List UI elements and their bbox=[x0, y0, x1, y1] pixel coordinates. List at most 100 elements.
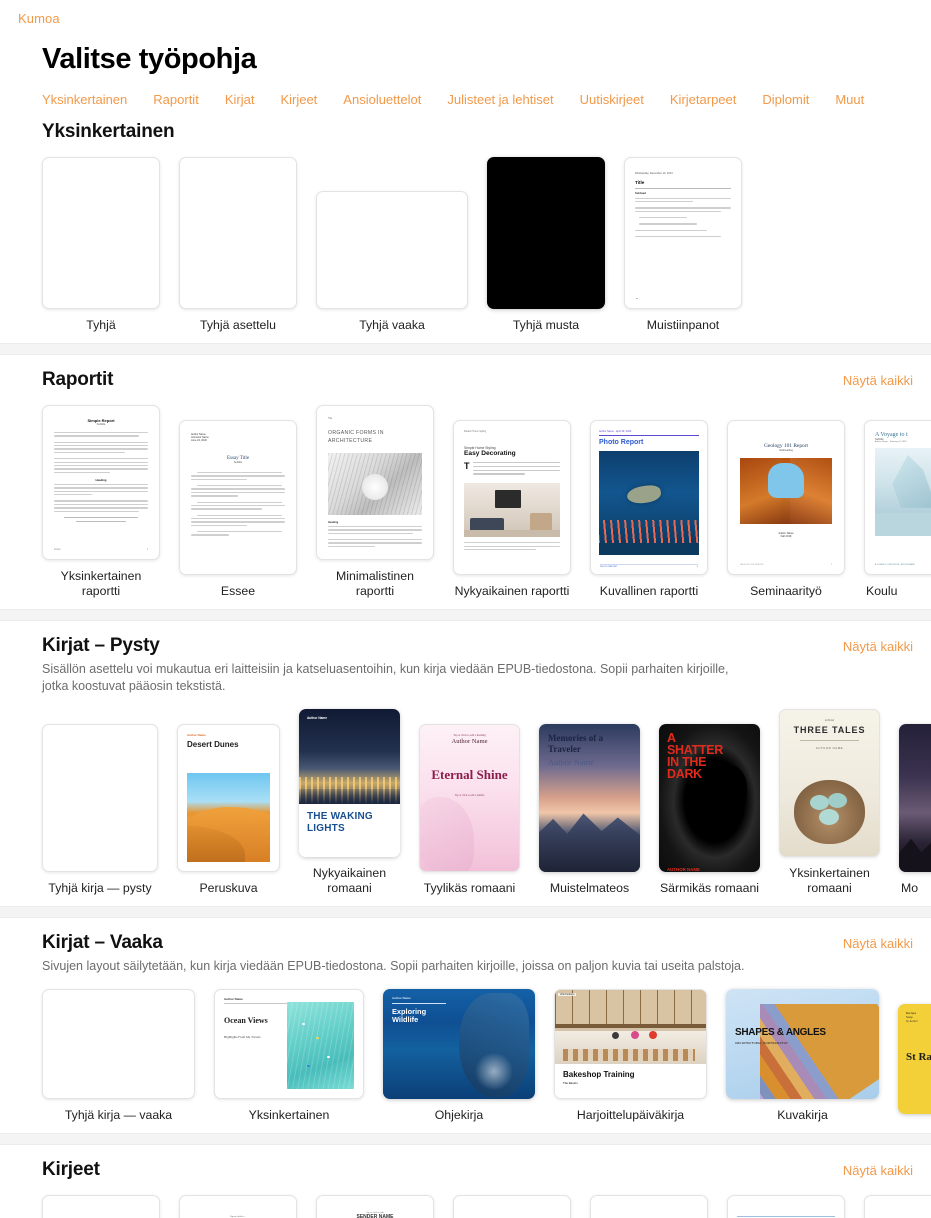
template-tile[interactable] bbox=[864, 1195, 931, 1218]
template-thumbnail-muistelmateos[interactable]: Memories of a Traveler Author Name bbox=[539, 724, 640, 872]
template-thumbnail-kuvakirja[interactable]: SHAPES & ANGLES ARCHITECTURAL PHOTOGRAPH… bbox=[726, 989, 879, 1099]
template-tile[interactable]: Memories of a Traveler Author Name Muist… bbox=[539, 724, 640, 896]
template-tile[interactable]: Author Name · April 19, 2020 Photo Repor… bbox=[590, 420, 708, 599]
template-tile[interactable]: A Novel THREE TALES AUTHOR NAME Yksinker… bbox=[779, 709, 880, 896]
template-tile[interactable]: Modern Home Styling Simple Home Styling … bbox=[453, 420, 571, 599]
footer-left: GEOLOGY 101 REPORT bbox=[740, 564, 764, 566]
template-tile[interactable]: Tap or click to add a heading Author Nam… bbox=[419, 724, 520, 896]
template-tile[interactable]: A SHATTER IN THE DARK AUTHOR NAME Särmik… bbox=[659, 724, 760, 896]
template-thumbnail-nykyaikainen-romaani[interactable]: Author Name THE WAKING LIGHTS bbox=[299, 709, 400, 857]
template-tile[interactable]: Tap or click to edit SENDER NAME Street … bbox=[316, 1195, 434, 1218]
template-tile[interactable]: Sender Name bbox=[42, 1195, 160, 1218]
kicker: Tap or click to add a heading bbox=[453, 734, 486, 737]
template-tile[interactable]: Sender Name bbox=[453, 1195, 571, 1218]
template-thumbnail-kirje-1[interactable]: Sender Name bbox=[42, 1195, 160, 1218]
template-thumbnail-tyhja-vaaka[interactable] bbox=[316, 191, 468, 309]
template-tile[interactable]: Author Name Ocean Views Highlights From … bbox=[214, 989, 364, 1123]
template-thumbnail-peruskuva[interactable]: Author Name Desert Dunes bbox=[177, 724, 280, 872]
author-name: Author Name bbox=[187, 733, 206, 737]
template-label: Yksinkertainen romaani bbox=[789, 866, 870, 895]
template-thumbnail-tyhja-kirja-pysty[interactable] bbox=[42, 724, 158, 872]
template-thumbnail-kouluraportti[interactable]: A Voyage to t Subtitle Author Name · Feb… bbox=[864, 420, 931, 575]
template-tile[interactable]: Tyhjä musta bbox=[487, 157, 605, 333]
tab-ansioluettelot[interactable]: Ansioluettelot bbox=[343, 92, 421, 107]
template-tile[interactable]: 2024 Edition Bakeshop Training The Basic… bbox=[554, 989, 707, 1123]
cover-title: Desert Dunes bbox=[187, 740, 239, 749]
template-thumbnail-kirje-6[interactable]: COMPANY NAME bbox=[727, 1195, 845, 1218]
template-label: Tyhjä vaaka bbox=[359, 318, 425, 332]
template-tile[interactable]: Author Name Instructor Name June 24, 202… bbox=[179, 420, 297, 599]
template-tile[interactable]: Mo bbox=[899, 724, 931, 896]
template-thumbnail-kirje-4[interactable]: Sender Name bbox=[453, 1195, 571, 1218]
template-thumbnail-tyylikas-romaani[interactable]: Tap or click to add a heading Author Nam… bbox=[419, 724, 520, 872]
show-all-raportit-button[interactable]: Näytä kaikki bbox=[843, 369, 913, 388]
template-thumbnail-seminaarityo[interactable]: Geology 101 Report Subheading Author Nam… bbox=[727, 420, 845, 575]
template-thumbnail-kirje-2[interactable]: Tap or click to ... Sender Name bbox=[179, 1195, 297, 1218]
template-thumbnail-minimalistinen-raportti[interactable]: Title ORGANIC FORMS IN ARCHITECTURE Head… bbox=[316, 405, 434, 560]
template-thumbnail-ohjekirja[interactable]: Author Name Exploring Wildlife bbox=[383, 989, 535, 1099]
template-row-kirjat-pysty: Tyhjä kirja — pysty Author Name Desert D… bbox=[0, 695, 931, 896]
template-label: Tyhjä musta bbox=[512, 318, 580, 332]
template-thumbnail-essee[interactable]: Author Name Instructor Name June 24, 202… bbox=[179, 420, 297, 575]
author-name: Author Name · February 8, 2020 bbox=[875, 441, 907, 443]
section-title: Yksinkertainen bbox=[42, 121, 175, 142]
cover-subtitle: ARCHITECTURAL PHOTOGRAPHY bbox=[735, 1041, 789, 1045]
template-thumbnail-muistiinpanot[interactable]: Wednesday, December 10, 2013 Title Subhe… bbox=[624, 157, 742, 309]
tab-julisteet-ja-lehtiset[interactable]: Julisteet ja lehtiset bbox=[447, 92, 553, 107]
template-thumbnail-kirje-5[interactable]: Sender Name bbox=[590, 1195, 708, 1218]
tab-muut[interactable]: Muut bbox=[835, 92, 864, 107]
template-tile[interactable]: Author Name Exploring Wildlife Ohjekirja bbox=[383, 989, 535, 1123]
template-thumbnail-tyhja[interactable] bbox=[42, 157, 160, 309]
template-thumbnail-kuvallinen-raportti[interactable]: Author Name · April 19, 2020 Photo Repor… bbox=[590, 420, 708, 575]
template-label: Minimalistinen raportti bbox=[336, 569, 414, 598]
template-tile[interactable]: Simple Report Subtitle Heading Footer 1 … bbox=[42, 405, 160, 599]
cover-subtitle: Subheading bbox=[779, 449, 793, 452]
show-all-kirjat-pysty-button[interactable]: Näytä kaikki bbox=[843, 635, 913, 654]
template-tile[interactable]: Tap or click to ... Sender Name bbox=[179, 1195, 297, 1218]
template-row-kirjat-vaaka: Tyhjä kirja — vaaka Author Name Ocean Vi… bbox=[0, 975, 931, 1123]
tab-kirjetarpeet[interactable]: Kirjetarpeet bbox=[670, 92, 736, 107]
template-thumbnail-tyhja-asettelu[interactable] bbox=[179, 157, 297, 309]
show-all-kirjat-vaaka-button[interactable]: Näytä kaikki bbox=[843, 932, 913, 951]
template-tile[interactable]: COMPANY NAME bbox=[727, 1195, 845, 1218]
cancel-button[interactable]: Kumoa bbox=[18, 11, 60, 26]
section-divider bbox=[0, 343, 931, 355]
template-tile[interactable]: Tyhjä kirja — pysty bbox=[42, 724, 158, 896]
template-thumbnail-tyhja-musta[interactable] bbox=[487, 157, 605, 309]
template-thumbnail-mo[interactable] bbox=[899, 724, 931, 872]
tab-kirjeet[interactable]: Kirjeet bbox=[280, 92, 317, 107]
template-thumbnail-yksinkertainen-raportti[interactable]: Simple Report Subtitle Heading Footer 1 bbox=[42, 405, 160, 560]
template-tile[interactable]: Sender Name bbox=[590, 1195, 708, 1218]
tab-uutiskirjeet[interactable]: Uutiskirjeet bbox=[580, 92, 644, 107]
template-tile[interactable]: Tyhjä asettelu bbox=[179, 157, 297, 333]
template-thumbnail-tyhja-kirja-vaaka[interactable] bbox=[42, 989, 195, 1099]
template-thumbnail-kirje-3[interactable]: Tap or click to edit SENDER NAME Street … bbox=[316, 1195, 434, 1218]
template-tile[interactable]: Recipes Soup by Author St Ra bbox=[898, 1004, 931, 1123]
cover-title: THE WAKING LIGHTS bbox=[307, 811, 373, 834]
template-tile[interactable]: Tyhjä vaaka bbox=[316, 191, 468, 333]
section-divider bbox=[0, 906, 931, 918]
template-thumbnail-yksinkertainen-vaaka[interactable]: Author Name Ocean Views Highlights From … bbox=[214, 989, 364, 1099]
template-tile[interactable]: Tyhjä kirja — vaaka bbox=[42, 989, 195, 1123]
template-thumbnail-yksinkertainen-romaani[interactable]: A Novel THREE TALES AUTHOR NAME bbox=[779, 709, 880, 857]
template-tile[interactable]: Wednesday, December 10, 2013 Title Subhe… bbox=[624, 157, 742, 333]
template-thumbnail-kirje-7[interactable] bbox=[864, 1195, 931, 1218]
template-tile[interactable]: A Voyage to t Subtitle Author Name · Feb… bbox=[864, 420, 931, 599]
show-all-kirjeet-button[interactable]: Näytä kaikki bbox=[843, 1159, 913, 1178]
template-thumbnail-harjoittelupaivakirja[interactable]: 2024 Edition Bakeshop Training The Basic… bbox=[554, 989, 707, 1099]
tab-kirjat[interactable]: Kirjat bbox=[225, 92, 255, 107]
section-description: Sisällön asettelu voi mukautua eri laitt… bbox=[42, 662, 729, 693]
template-thumbnail-reseptikirja[interactable]: Recipes Soup by Author St Ra bbox=[898, 1004, 931, 1114]
template-tile[interactable]: Geology 101 Report Subheading Author Nam… bbox=[727, 420, 845, 599]
tab-raportit[interactable]: Raportit bbox=[153, 92, 199, 107]
template-thumbnail-nykyaikainen-raportti[interactable]: Modern Home Styling Simple Home Styling … bbox=[453, 420, 571, 575]
template-tile[interactable]: Tyhjä bbox=[42, 157, 160, 333]
template-tile[interactable]: Author Name Desert Dunes Peruskuva bbox=[177, 724, 280, 896]
author-name: Author Name bbox=[224, 997, 243, 1001]
template-tile[interactable]: Author Name THE WAKING LIGHTS Nykyaikain… bbox=[299, 709, 400, 896]
template-tile[interactable]: SHAPES & ANGLES ARCHITECTURAL PHOTOGRAPH… bbox=[726, 989, 879, 1123]
template-thumbnail-sarmikas-romaani[interactable]: A SHATTER IN THE DARK AUTHOR NAME bbox=[659, 724, 760, 872]
tab-yksinkertainen[interactable]: Yksinkertainen bbox=[42, 92, 127, 107]
template-tile[interactable]: Title ORGANIC FORMS IN ARCHITECTURE Head… bbox=[316, 405, 434, 599]
tab-diplomit[interactable]: Diplomit bbox=[762, 92, 809, 107]
